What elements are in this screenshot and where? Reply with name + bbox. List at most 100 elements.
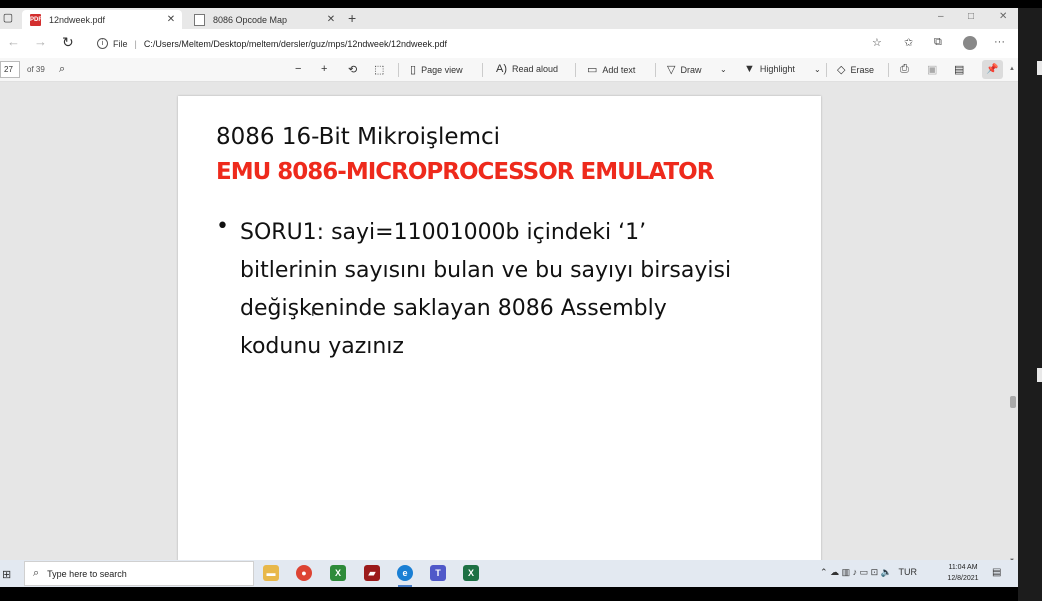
save-as-icon[interactable]: ▤ [954,63,964,76]
browser-window: ▢ PDF 12ndweek.pdf ✕ 8086 Opcode Map ✕ +… [0,8,1018,560]
add-text-label: Add text [602,64,636,75]
erase-label: Erase [850,64,874,75]
draw-icon: ▽ [667,64,676,76]
screen: ▢ PDF 12ndweek.pdf ✕ 8086 Opcode Map ✕ +… [0,0,1042,601]
draw-label: Draw [680,64,702,75]
pin-toolbar-icon[interactable]: 📌 [982,60,1003,79]
bullet-mark: • [216,214,229,239]
pdf-file-icon: PDF [30,13,42,26]
close-window-button[interactable]: ✕ [999,11,1007,22]
close-tab-icon[interactable]: ✕ [324,14,338,25]
battery-icon[interactable]: ▭ [860,567,869,577]
text-box-icon: ▭ [587,64,598,76]
new-tab-button[interactable]: + [348,11,356,25]
draw-button[interactable]: ▽ Draw [667,63,701,76]
clock[interactable]: 11:04 AM 12/8/2021 [943,562,983,584]
save-icon[interactable]: ▣ [927,63,937,76]
microphone-icon[interactable]: ♪ [853,567,858,577]
toolbar-divider [482,63,483,77]
print-icon[interactable]: ⎙ [900,63,909,76]
date-text: 12/8/2021 [947,575,979,582]
favorites-icon[interactable]: ✩ [904,36,913,49]
scroll-up-icon[interactable]: ▲ [1009,66,1015,72]
slide-title: 8086 16-Bit Mikroişlemci [216,124,501,150]
edge-icon[interactable]: e [397,565,413,581]
tab-label: 12ndweek.pdf [49,14,106,25]
search-icon[interactable]: ⌕ [59,63,65,76]
erase-button[interactable]: ◇ Erase [837,63,874,76]
zoom-out-icon[interactable]: − [295,63,301,75]
read-aloud-button[interactable]: A) Read aloud [496,63,558,75]
show-hidden-icons-icon[interactable]: ⌃ [820,567,828,577]
edge-marker [1037,61,1042,75]
read-aloud-icon: A) [496,63,507,75]
collections-icon[interactable]: ⧉ [934,36,942,49]
reload-icon[interactable]: ↻ [62,35,74,49]
windows-start-icon[interactable]: ⊞ [2,568,11,581]
edge-marker [1037,368,1042,382]
close-tab-icon[interactable]: ✕ [164,14,178,25]
search-placeholder: Type here to search [47,568,127,579]
network-icon[interactable]: ▥ [842,567,851,577]
toolbar-divider [888,63,889,77]
tab-label: 8086 Opcode Map [213,14,288,25]
add-favorite-icon[interactable]: ☆ [872,36,882,49]
volume-icon[interactable]: 🔈 [881,567,892,577]
minimize-button[interactable]: – [938,11,944,22]
emulator-app-icon[interactable]: ▰ [364,565,380,581]
language-indicator[interactable]: TUR [898,567,917,577]
display-icon[interactable]: ⊡ [871,567,879,577]
more-options-icon[interactable]: ··· [994,36,1005,48]
tab-strip: ▢ PDF 12ndweek.pdf ✕ 8086 Opcode Map ✕ +… [0,8,1018,29]
page-view-label: Page view [421,64,463,75]
scheme-label: File [113,38,128,49]
highlighter-icon: ▼ [744,63,755,75]
tab-pdf[interactable]: PDF 12ndweek.pdf ✕ [22,10,182,29]
xbox-icon[interactable]: X [330,565,346,581]
page-number-input[interactable]: 27 [0,61,20,78]
tab-opcode-map[interactable]: 8086 Opcode Map ✕ [186,10,342,29]
highlight-options-chevron-icon[interactable]: ⌄ [814,65,821,74]
book-icon: ▯ [410,64,417,76]
text-cursor-icon: I [311,304,315,319]
toolbar-divider [655,63,656,77]
highlight-button[interactable]: ▼ Highlight [744,63,795,75]
toolbar-divider [826,63,827,77]
onedrive-icon[interactable]: ☁ [830,567,839,577]
bullet-text: SORU1: sayi=11001000b içindeki ‘1’ bitle… [240,220,732,359]
info-icon[interactable]: i [97,38,108,49]
tab-actions-icon[interactable]: ▢ [2,12,14,24]
taskbar-search-box[interactable]: ⌕ Type here to search [24,561,254,586]
pdf-page: 8086 16-Bit Mikroişlemci EMU 8086-MICROP… [178,96,821,560]
system-tray: ⌃ ☁ ▥ ♪ ▭ ⊡ 🔈 TUR [820,567,917,578]
page-view-button[interactable]: ▯ Page view [410,63,463,76]
document-viewer[interactable]: 8086 16-Bit Mikroişlemci EMU 8086-MICROP… [0,82,1018,560]
time-text: 11:04 AM [948,564,978,571]
profile-avatar[interactable] [963,36,977,50]
notification-center-icon[interactable]: ▤ [992,567,1001,578]
page-count: of 39 [27,65,45,74]
scroll-thumb[interactable] [1010,396,1016,408]
chrome-icon[interactable]: ● [296,565,312,581]
teams-icon[interactable]: T [430,565,446,581]
address-bar[interactable]: i File | C:/Users/Meltem/Desktop/meltem/… [87,33,897,54]
draw-options-chevron-icon[interactable]: ⌄ [720,65,727,74]
read-aloud-label: Read aloud [512,64,559,74]
url-text[interactable]: C:/Users/Meltem/Desktop/meltem/dersler/g… [144,39,447,49]
add-text-button[interactable]: ▭ Add text [587,63,635,76]
fit-page-icon[interactable]: ⬚ [374,63,384,76]
file-explorer-icon[interactable]: ▬ [263,565,279,581]
search-icon: ⌕ [33,567,40,579]
zoom-in-icon[interactable]: + [321,63,327,75]
page-icon [194,13,205,26]
excel-icon[interactable]: X [463,565,479,581]
highlight-label: Highlight [759,64,795,74]
restore-button[interactable]: □ [968,11,974,22]
screen-bottom-border [0,587,1018,601]
rotate-icon[interactable]: ⟲ [348,63,357,76]
vertical-scrollbar[interactable]: ▲ ▼ [1008,66,1018,560]
navigation-bar: ← → ↻ i File | C:/Users/Meltem/Desktop/m… [0,29,1018,58]
forward-arrow-icon[interactable]: → [34,35,47,49]
back-arrow-icon[interactable]: ← [7,35,20,49]
background-window-edge [1018,8,1042,601]
